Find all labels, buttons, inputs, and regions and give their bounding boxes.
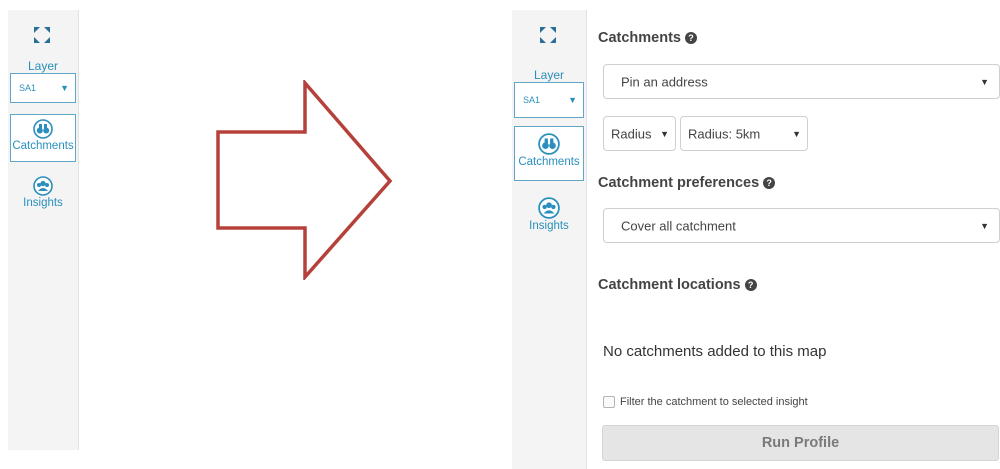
catchment-locations-title: Catchment locations xyxy=(598,277,741,293)
expand-icon[interactable] xyxy=(33,26,51,44)
catchment-preferences-select[interactable]: Cover all catchment ▼ xyxy=(603,208,1000,243)
catchment-preferences-value: Cover all catchment xyxy=(621,218,736,233)
address-select[interactable]: Pin an address ▼ xyxy=(603,64,1000,99)
sidebar-item-catchments[interactable]: Catchments xyxy=(514,126,584,181)
binoculars-icon xyxy=(538,133,560,155)
binoculars-icon xyxy=(33,119,53,139)
chevron-down-icon: ▼ xyxy=(660,128,669,139)
radius-value-value: Radius: 5km xyxy=(688,126,761,141)
expand-icon[interactable] xyxy=(539,26,557,44)
layer-label: Layer xyxy=(27,59,59,73)
catchment-locations-heading: Catchment locations? xyxy=(598,277,757,293)
transition-arrow-icon xyxy=(216,80,393,280)
sidebar-rail-expanded: Layer SA1 ▼ Catchments Insights xyxy=(512,10,587,469)
sidebar-item-label: Insights xyxy=(23,197,63,209)
catchments-panel: Catchments? Pin an address ▼ Radius ▼ Ra… xyxy=(596,10,1000,469)
chevron-down-icon: ▼ xyxy=(980,76,989,87)
help-icon[interactable]: ? xyxy=(685,32,697,44)
sidebar-item-insights[interactable]: Insights xyxy=(10,172,76,216)
layer-select-value: SA1 xyxy=(19,83,37,93)
radius-type-value: Radius xyxy=(611,126,652,141)
chevron-down-icon: ▼ xyxy=(568,95,577,105)
catchments-heading: Catchments? xyxy=(598,30,697,46)
sidebar-item-insights[interactable]: Insights xyxy=(514,191,584,237)
filter-catchment-row[interactable]: Filter the catchment to selected insight xyxy=(603,396,808,408)
help-icon[interactable]: ? xyxy=(763,177,776,189)
help-icon[interactable]: ? xyxy=(744,279,757,291)
catchment-preferences-heading: Catchment preferences? xyxy=(598,175,776,191)
sidebar-item-label: Catchments xyxy=(518,156,580,168)
chevron-down-icon: ▼ xyxy=(980,220,989,231)
chevron-down-icon: ▼ xyxy=(60,83,69,93)
sidebar-item-catchments[interactable]: Catchments xyxy=(10,114,76,162)
filter-catchment-label: Filter the catchment to selected insight xyxy=(620,396,808,408)
radius-type-select[interactable]: Radius ▼ xyxy=(603,116,676,151)
sidebar-item-label: Catchments xyxy=(12,140,74,152)
filter-catchment-checkbox[interactable] xyxy=(603,396,615,408)
address-select-value: Pin an address xyxy=(621,74,708,89)
catchment-preferences-title: Catchment preferences xyxy=(598,175,760,191)
sidebar-rail-collapsed: Layer SA1 ▼ Catchments Insights xyxy=(8,10,79,450)
users-icon xyxy=(538,197,560,219)
layer-select[interactable]: SA1 ▼ xyxy=(10,73,76,103)
radius-value-select[interactable]: Radius: 5km ▼ xyxy=(680,116,808,151)
layer-select-value: SA1 xyxy=(523,95,541,105)
empty-catchments-message: No catchments added to this map xyxy=(603,343,827,360)
run-profile-button[interactable]: Run Profile xyxy=(602,425,999,461)
catchments-title: Catchments xyxy=(598,30,681,46)
layer-select[interactable]: SA1 ▼ xyxy=(514,82,584,118)
users-icon xyxy=(33,176,53,196)
layer-label: Layer xyxy=(533,68,565,82)
chevron-down-icon: ▼ xyxy=(792,128,801,139)
sidebar-item-label: Insights xyxy=(529,220,569,232)
